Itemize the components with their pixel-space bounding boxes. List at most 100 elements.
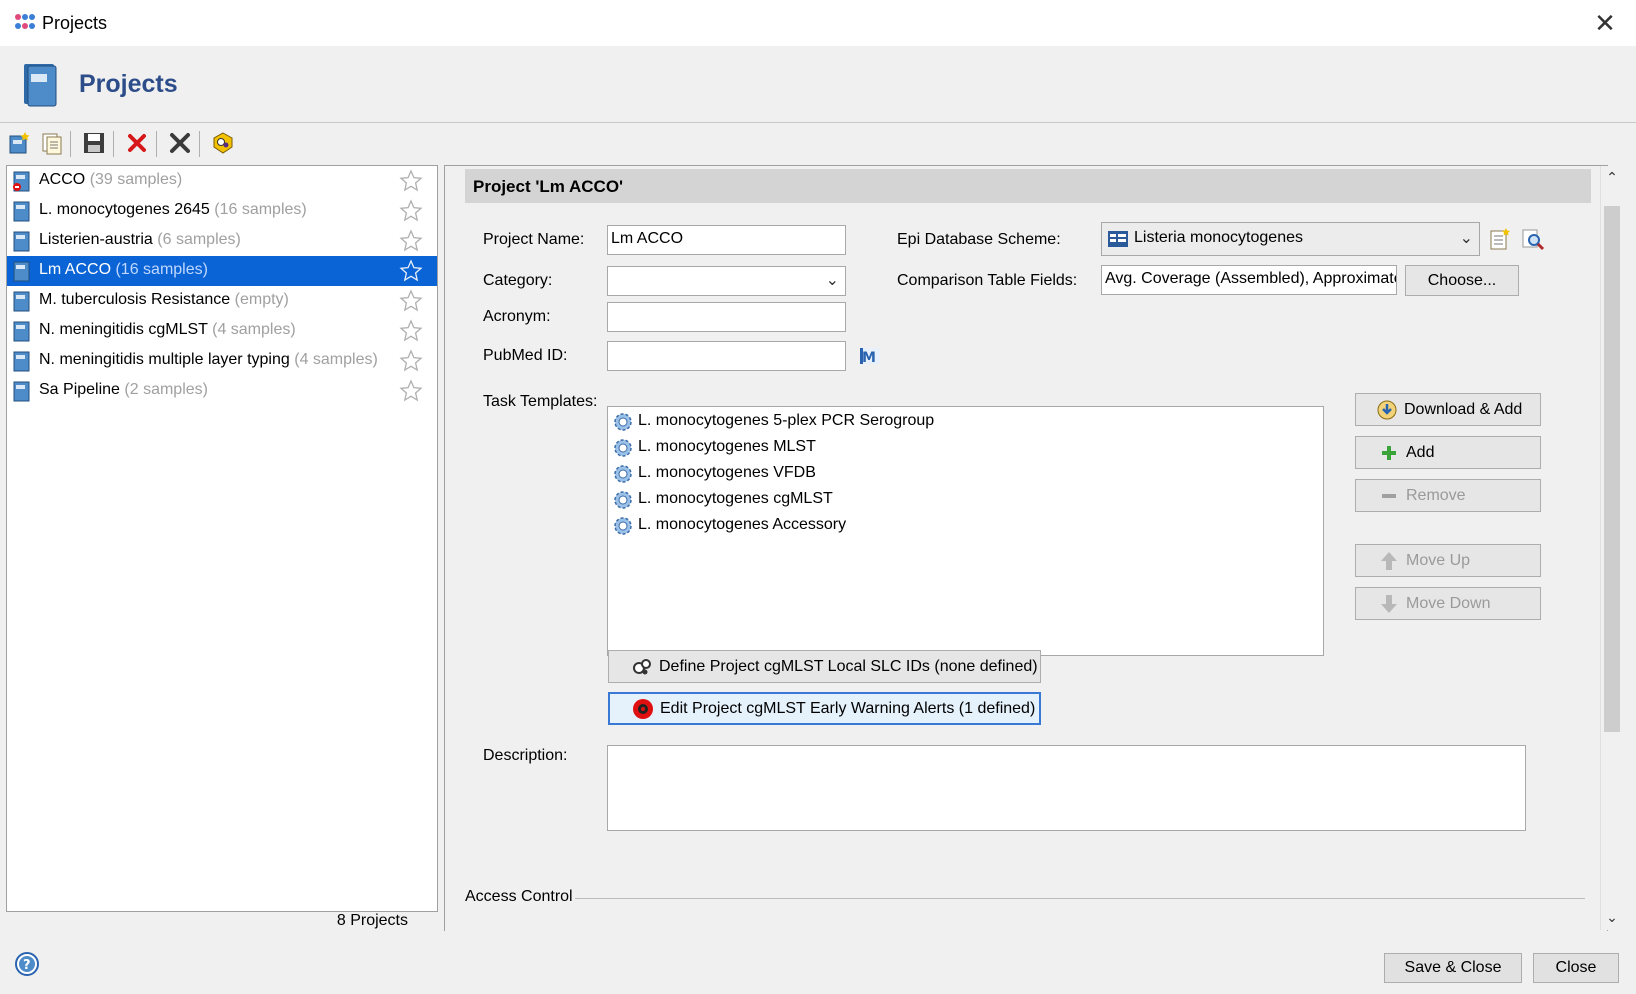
cgmlst-button[interactable] bbox=[208, 128, 238, 158]
chevron-down-icon: ⌄ bbox=[1459, 230, 1473, 247]
project-sample-count: (16 samples) bbox=[115, 261, 208, 278]
download-add-label: Download & Add bbox=[1404, 400, 1523, 418]
close-button[interactable]: Close bbox=[1533, 953, 1619, 983]
section-title: Project 'Lm ACCO' bbox=[473, 177, 624, 196]
star-icon[interactable] bbox=[399, 379, 423, 403]
pubmed-input[interactable] bbox=[607, 341, 846, 371]
pubmed-lookup-icon[interactable]: M bbox=[858, 344, 882, 368]
task-template-label: L. monocytogenes MLST bbox=[638, 438, 816, 455]
scroll-down-icon[interactable]: ⌄ bbox=[1601, 906, 1623, 928]
gear-icon bbox=[614, 439, 632, 457]
minus-icon bbox=[1378, 485, 1400, 507]
window-title: Projects bbox=[42, 13, 108, 33]
add-button[interactable]: Add bbox=[1355, 436, 1541, 469]
task-template-item[interactable]: L. monocytogenes cgMLST bbox=[612, 487, 1312, 513]
project-icon bbox=[13, 201, 30, 222]
scrollbar-thumb[interactable] bbox=[1604, 206, 1620, 732]
star-icon[interactable] bbox=[399, 229, 423, 253]
project-sample-count: (4 samples) bbox=[212, 321, 296, 338]
star-icon[interactable] bbox=[399, 259, 423, 283]
svg-text:M: M bbox=[862, 350, 876, 366]
project-row[interactable]: M. tuberculosis Resistance (empty) bbox=[7, 286, 437, 316]
project-row[interactable]: Listerien-austria (6 samples) bbox=[7, 226, 437, 256]
new-project-button[interactable] bbox=[4, 128, 34, 158]
acronym-input[interactable] bbox=[607, 302, 846, 332]
project-name: Sa Pipeline bbox=[39, 381, 120, 398]
project-row[interactable]: N. meningitidis multiple layer typing (4… bbox=[7, 346, 437, 376]
star-icon[interactable] bbox=[399, 349, 423, 373]
project-label: Listerien-austria (6 samples) bbox=[39, 231, 241, 249]
plus-icon bbox=[1378, 442, 1400, 464]
project-sample-count: (empty) bbox=[234, 291, 289, 308]
gear-icon bbox=[614, 413, 632, 431]
project-label: ACCO (39 samples) bbox=[39, 171, 182, 189]
task-template-item[interactable]: L. monocytogenes Accessory bbox=[612, 513, 1312, 539]
project-label: N. meningitidis cgMLST (4 samples) bbox=[39, 321, 296, 339]
window-close-button[interactable]: ✕ bbox=[1590, 8, 1620, 38]
project-list[interactable]: ACCO (39 samples) L. monocytogenes 2645 (… bbox=[6, 165, 438, 912]
toolbar-separator bbox=[199, 131, 200, 157]
project-name-label: Project Name: bbox=[483, 231, 585, 248]
star-icon[interactable] bbox=[399, 169, 423, 193]
project-name: M. tuberculosis Resistance bbox=[39, 291, 231, 308]
project-row[interactable]: N. meningitidis cgMLST (4 samples) bbox=[7, 316, 437, 346]
save-close-button[interactable]: Save & Close bbox=[1384, 953, 1522, 983]
task-templates-label: Task Templates: bbox=[483, 393, 598, 410]
acronym-label: Acronym: bbox=[483, 308, 551, 325]
project-sample-count: (4 samples) bbox=[294, 351, 378, 368]
project-label: M. tuberculosis Resistance (empty) bbox=[39, 291, 289, 309]
move-up-button[interactable]: Move Up bbox=[1355, 544, 1541, 577]
epi-scheme-select[interactable]: Listeria monocytogenes ⌄ bbox=[1101, 222, 1480, 256]
project-detail-panel: Project 'Lm ACCO' Project Name: Lm ACCO … bbox=[444, 165, 1608, 932]
toolbar-separator bbox=[113, 131, 114, 157]
detail-scrollbar[interactable]: ⌃ ⌄ bbox=[1600, 166, 1622, 930]
project-name-input[interactable]: Lm ACCO bbox=[607, 225, 846, 255]
tools-button[interactable] bbox=[165, 128, 195, 158]
task-template-item[interactable]: L. monocytogenes VFDB bbox=[612, 461, 1312, 487]
gear-icon bbox=[614, 491, 632, 509]
define-slc-label: Define Project cgMLST Local SLC IDs (non… bbox=[659, 657, 1038, 675]
project-sample-count: (2 samples) bbox=[124, 381, 208, 398]
epi-scheme-value: Listeria monocytogenes bbox=[1134, 229, 1303, 246]
copy-project-button[interactable] bbox=[37, 128, 67, 158]
star-icon[interactable] bbox=[399, 289, 423, 313]
comparison-fields-label: Comparison Table Fields: bbox=[897, 272, 1078, 289]
remove-button[interactable]: Remove bbox=[1355, 479, 1541, 512]
description-textarea[interactable] bbox=[607, 745, 1526, 831]
gear-icon bbox=[614, 465, 632, 483]
move-down-button[interactable]: Move Down bbox=[1355, 587, 1541, 620]
project-name: N. meningitidis cgMLST bbox=[39, 321, 208, 338]
task-templates-list[interactable]: L. monocytogenes 5-plex PCR Serogroup L. … bbox=[607, 406, 1324, 656]
star-icon[interactable] bbox=[399, 319, 423, 343]
delete-button[interactable] bbox=[122, 128, 152, 158]
category-select[interactable]: ⌄ bbox=[607, 266, 846, 296]
browse-scheme-icon[interactable] bbox=[1521, 227, 1545, 251]
project-label: L. monocytogenes 2645 (16 samples) bbox=[39, 201, 307, 219]
star-icon[interactable] bbox=[399, 199, 423, 223]
project-row[interactable]: L. monocytogenes 2645 (16 samples) bbox=[7, 196, 437, 226]
project-icon bbox=[13, 231, 30, 252]
task-template-item[interactable]: L. monocytogenes 5-plex PCR Serogroup bbox=[612, 409, 1312, 435]
project-row[interactable]: Lm ACCO (16 samples) bbox=[7, 256, 437, 286]
new-project-icon bbox=[9, 132, 30, 154]
download-icon bbox=[1376, 399, 1398, 421]
project-row[interactable]: Sa Pipeline (2 samples) bbox=[7, 376, 437, 406]
choose-button[interactable]: Choose... bbox=[1405, 265, 1519, 296]
access-control-label: Access Control bbox=[465, 888, 573, 905]
remove-label: Remove bbox=[1406, 486, 1466, 504]
project-row[interactable]: ACCO (39 samples) bbox=[7, 166, 437, 196]
save-icon bbox=[84, 133, 104, 153]
save-button[interactable] bbox=[79, 128, 109, 158]
help-icon[interactable]: ? bbox=[14, 951, 40, 977]
edit-scheme-icon[interactable] bbox=[1488, 227, 1512, 251]
scroll-up-icon[interactable]: ⌃ bbox=[1601, 166, 1623, 188]
download-add-button[interactable]: Download & Add bbox=[1355, 393, 1541, 426]
comparison-fields-input[interactable]: Avg. Coverage (Assembled), Approximate bbox=[1101, 265, 1397, 295]
define-slc-button[interactable]: Define Project cgMLST Local SLC IDs (non… bbox=[608, 650, 1041, 683]
epi-scheme-label: Epi Database Scheme: bbox=[897, 231, 1061, 248]
edit-alerts-button[interactable]: Edit Project cgMLST Early Warning Alerts… bbox=[608, 692, 1041, 725]
project-count: 8 Projects bbox=[336, 912, 408, 929]
category-label: Category: bbox=[483, 272, 553, 289]
task-template-item[interactable]: L. monocytogenes MLST bbox=[612, 435, 1312, 461]
add-label: Add bbox=[1406, 443, 1435, 461]
